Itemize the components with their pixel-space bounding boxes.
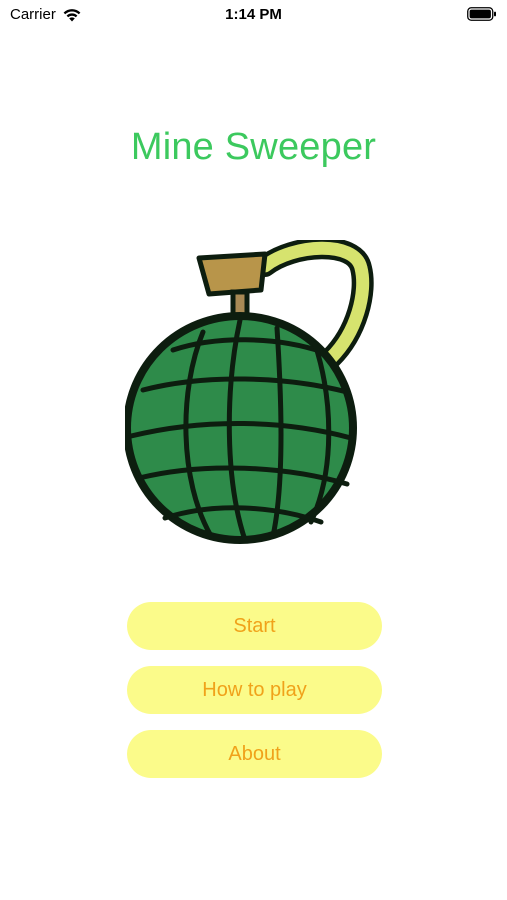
main-menu: Start How to play About [127,602,382,794]
battery-icon [467,7,496,21]
status-time: 1:14 PM [225,6,282,23]
bomb-icon [125,240,374,544]
status-bar: Carrier 1:14 PM [0,0,507,30]
start-button[interactable]: Start [127,602,382,650]
how-to-play-button[interactable]: How to play [127,666,382,714]
app-title: Mine Sweeper [130,126,377,168]
about-button[interactable]: About [127,730,382,778]
